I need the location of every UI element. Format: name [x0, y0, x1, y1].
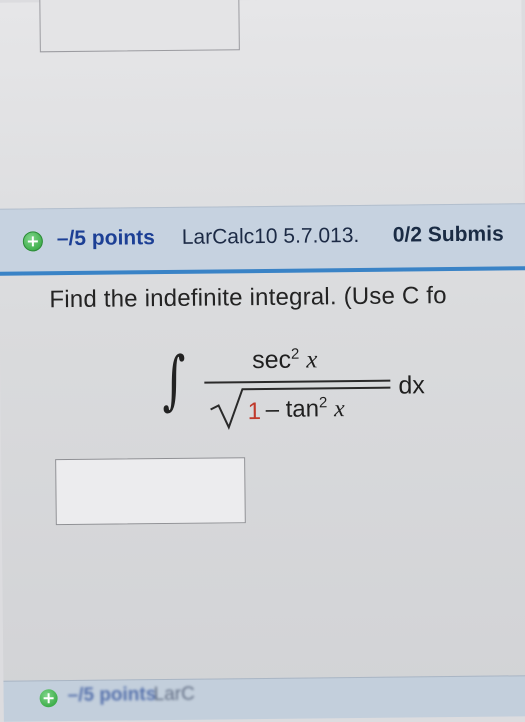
denominator-rest: – tan2 x: [265, 394, 345, 424]
answer-input[interactable]: [55, 457, 246, 526]
denominator-function: – tan: [265, 395, 320, 423]
expand-plus-icon[interactable]: [22, 231, 43, 252]
previous-answer-box[interactable]: [39, 0, 240, 53]
denominator-exponent: 2: [318, 394, 328, 412]
next-points-label: –/5 points: [67, 684, 157, 707]
numerator-exponent: 2: [290, 345, 300, 363]
webassign-page: –/5 points LarCalc10 5.7.013. 0/2 Submis…: [0, 0, 525, 722]
points-label: –/5 points: [56, 226, 155, 251]
next-question-header: –/5 points LarC: [3, 675, 525, 722]
next-problem-id: LarC: [153, 683, 195, 706]
denominator-one: 1: [247, 398, 262, 426]
next-expand-plus-icon[interactable]: [39, 689, 58, 708]
numerator-variable: x: [306, 346, 318, 374]
submissions-count: 0/2 Submis: [392, 222, 504, 247]
question-header: –/5 points LarCalc10 5.7.013. 0/2 Submis: [0, 203, 525, 276]
denominator-variable: x: [333, 396, 345, 423]
differential: dx: [398, 371, 425, 400]
question-prompt: Find the indefinite integral. (Use C fo: [49, 282, 447, 314]
problem-id: LarCalc10 5.7.013.: [181, 223, 360, 249]
integral-numerator: sec2 x: [252, 345, 318, 375]
numerator-function: sec: [251, 345, 292, 375]
integral-sign: ∫: [161, 343, 187, 419]
